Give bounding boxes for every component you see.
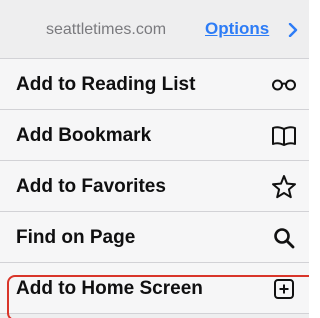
menu-item-add-bookmark[interactable]: Add Bookmark: [0, 110, 309, 161]
menu-item-label: Add to Reading List: [16, 74, 196, 95]
menu-item-label: Find on Page: [16, 227, 136, 248]
share-sheet: seattletimes.com Options Add to Reading …: [0, 0, 309, 318]
options-link[interactable]: Options: [205, 18, 269, 40]
menu-item-label: Add Bookmark: [16, 125, 152, 146]
star-icon: [272, 175, 296, 199]
share-actions-list: Add to Reading List Add Bookmark Add to …: [0, 58, 309, 314]
site-domain-label: seattletimes.com: [46, 21, 167, 38]
magnifier-icon: [274, 228, 295, 249]
chevron-right-icon[interactable]: [287, 23, 299, 37]
menu-item-add-to-reading-list[interactable]: Add to Reading List: [0, 59, 309, 110]
menu-item-label: Add to Home Screen: [16, 278, 203, 299]
menu-item-label: Add to Favorites: [16, 176, 166, 197]
menu-item-add-to-home-screen[interactable]: Add to Home Screen: [0, 263, 309, 314]
book-icon: [272, 126, 296, 146]
menu-item-add-to-favorites[interactable]: Add to Favorites: [0, 161, 309, 212]
share-sheet-header: seattletimes.com Options: [0, 0, 309, 58]
menu-item-find-on-page[interactable]: Find on Page: [0, 212, 309, 263]
glasses-icon: [272, 79, 296, 91]
plus-square-icon: [274, 279, 294, 299]
